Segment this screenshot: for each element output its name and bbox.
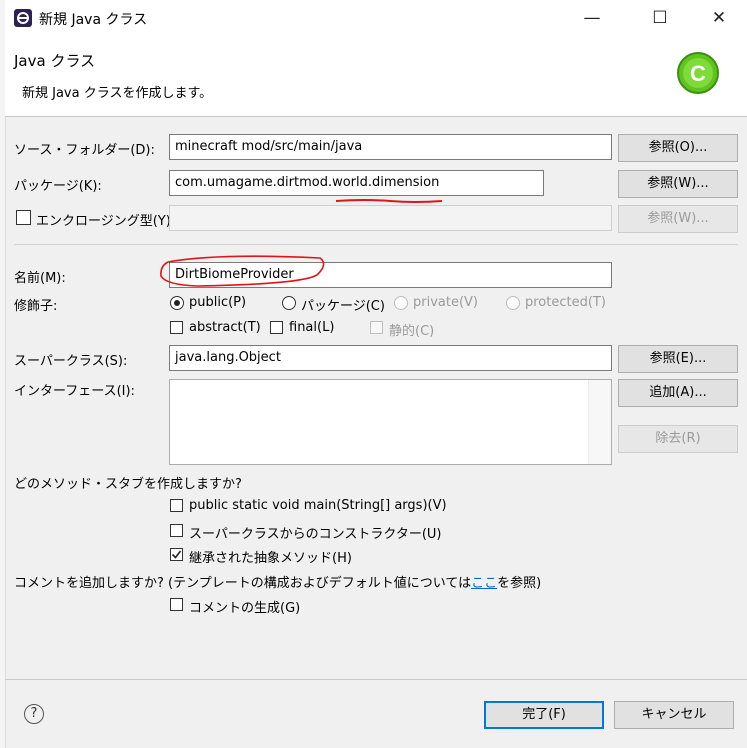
main-method-label: public static void main(String[] args)(V… xyxy=(189,498,447,513)
window-title: 新規 Java クラス xyxy=(39,12,148,28)
wizard-header xyxy=(5,36,747,116)
enclosing-type-checkbox[interactable] xyxy=(16,210,31,225)
modifier-public-radio[interactable] xyxy=(170,296,184,310)
abstract-label: abstract(T) xyxy=(189,320,261,335)
source-folder-label: ソース・フォルダー(D): xyxy=(14,143,155,158)
interfaces-label: インターフェース(I): xyxy=(14,384,135,399)
modifier-private-radio[interactable] xyxy=(394,296,408,310)
finish-button[interactable]: 完了(F) xyxy=(484,701,604,729)
comments-question-text: コメントを追加しますか? (テンプレートの構成およびデフォルト値については xyxy=(14,576,472,591)
banner-icon-letter: C xyxy=(690,61,706,86)
source-folder-field[interactable]: minecraft mod/src/main/java xyxy=(169,134,612,160)
browse-superclass-button[interactable]: 参照(E)... xyxy=(618,345,738,373)
comments-question-suffix: を参照) xyxy=(497,576,542,591)
generate-comments-checkbox[interactable] xyxy=(170,598,183,611)
modifier-protected-label: protected(T) xyxy=(525,295,606,310)
footer-separator xyxy=(5,679,747,680)
generate-comments-label: コメントの生成(G) xyxy=(189,601,301,616)
constructors-checkbox[interactable] xyxy=(170,524,183,537)
modifiers-label: 修飾子: xyxy=(14,299,58,314)
enclosing-type-field[interactable] xyxy=(169,205,612,231)
red-underline-annotation xyxy=(335,193,443,203)
minimize-button[interactable]: — xyxy=(569,0,615,36)
header-separator xyxy=(5,116,747,117)
static-checkbox[interactable] xyxy=(370,321,383,334)
comments-question: コメントを追加しますか? (テンプレートの構成およびデフォルト値についてはここを… xyxy=(14,572,541,591)
browse-enclosing-type-button[interactable]: 参照(W)... xyxy=(618,205,738,233)
inherited-methods-label: 継承された抽象メソッド(H) xyxy=(189,551,352,566)
final-label: final(L) xyxy=(289,320,335,335)
inherited-methods-checkbox[interactable] xyxy=(170,548,183,561)
browse-package-button[interactable]: 参照(W)... xyxy=(618,170,738,198)
red-circle-annotation xyxy=(158,252,330,292)
main-method-checkbox[interactable] xyxy=(170,499,183,512)
constructors-label: スーパークラスからのコンストラクター(U) xyxy=(189,527,442,542)
modifier-protected-radio[interactable] xyxy=(506,296,520,310)
close-button[interactable]: ✕ xyxy=(696,0,742,36)
modifier-package-label: パッケージ(C) xyxy=(301,299,385,314)
class-name-label: 名前(M): xyxy=(14,271,66,286)
section-separator xyxy=(14,244,738,245)
superclass-field[interactable]: java.lang.Object xyxy=(169,345,612,371)
cancel-button[interactable]: キャンセル xyxy=(614,701,734,729)
enclosing-type-label: エンクロージング型(Y): xyxy=(36,214,176,229)
browse-source-folder-button[interactable]: 参照(O)... xyxy=(618,134,738,162)
interfaces-list[interactable] xyxy=(169,379,612,465)
superclass-label: スーパークラス(S): xyxy=(14,354,128,369)
checkmark-icon xyxy=(171,550,182,559)
comments-config-link[interactable]: ここ xyxy=(471,576,497,591)
static-label: 静的(C) xyxy=(389,324,435,339)
method-stubs-question: どのメソッド・スタブを作成しますか? xyxy=(14,477,242,492)
final-checkbox[interactable] xyxy=(270,321,283,334)
help-icon[interactable]: ? xyxy=(24,704,44,724)
abstract-checkbox[interactable] xyxy=(170,321,183,334)
remove-interface-button[interactable]: 除去(R) xyxy=(618,425,738,453)
interfaces-scrollbar[interactable] xyxy=(588,380,611,464)
new-class-banner-icon: C xyxy=(676,51,720,95)
modifier-public-label: public(P) xyxy=(189,295,247,310)
maximize-button[interactable]: ☐ xyxy=(637,0,683,36)
package-label: パッケージ(K): xyxy=(14,179,102,194)
modifier-private-label: private(V) xyxy=(413,295,478,310)
wizard-title: Java クラス xyxy=(14,52,96,70)
add-interface-button[interactable]: 追加(A)... xyxy=(618,379,738,407)
eclipse-app-icon xyxy=(14,9,32,27)
wizard-description: 新規 Java クラスを作成します。 xyxy=(22,86,213,101)
modifier-package-radio[interactable] xyxy=(282,296,296,310)
